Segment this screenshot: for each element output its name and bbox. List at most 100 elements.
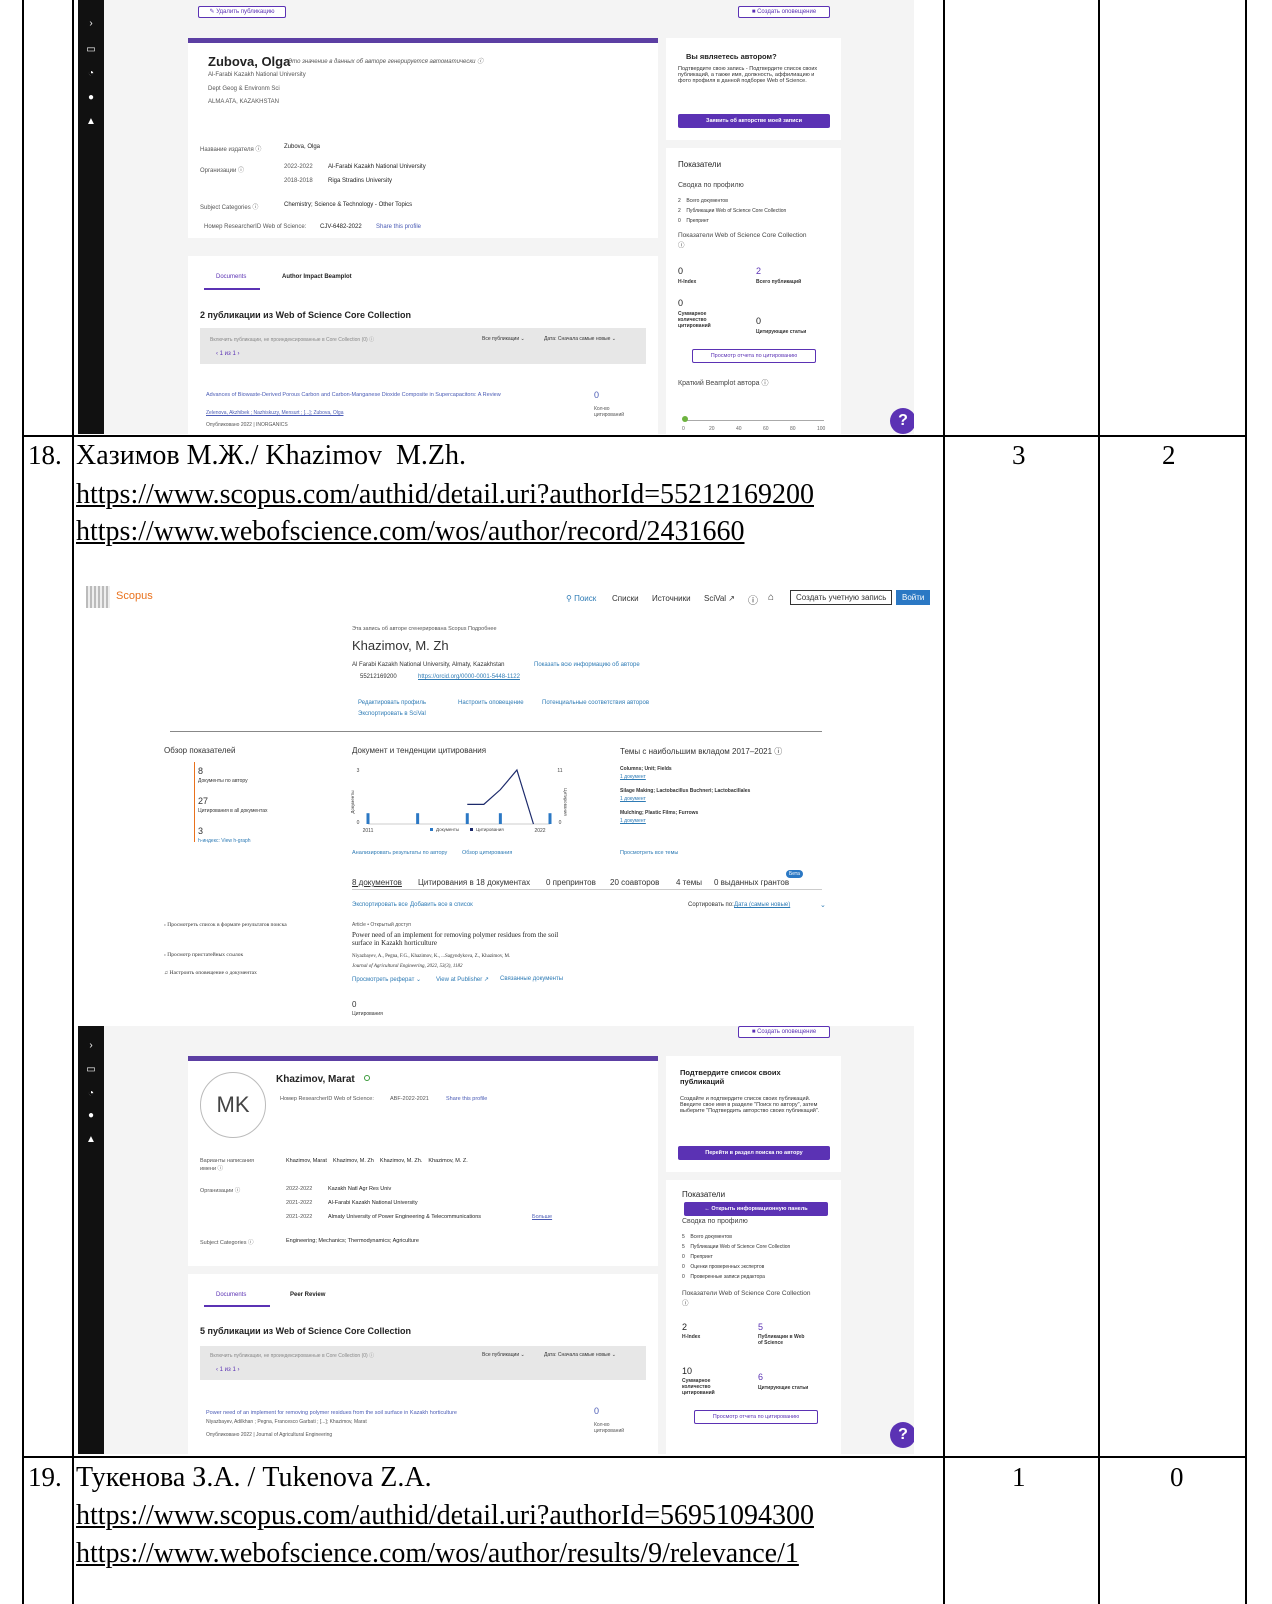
auto-generated-note: Эта запись об авторе сгенерирована Scopu… bbox=[352, 626, 497, 632]
bell-icon[interactable]: ▲ bbox=[85, 116, 97, 128]
left-view-refs[interactable]: › Просмотр пристатейных ссылок bbox=[164, 952, 243, 958]
docs-count[interactable]: 8 bbox=[198, 766, 203, 776]
export-scival-action[interactable]: Экспортировать в SciVal bbox=[358, 711, 426, 717]
tab-documents[interactable]: Documents bbox=[216, 1292, 246, 1298]
tab-preprints[interactable]: 0 препринтов bbox=[546, 878, 596, 887]
sort-dropdown[interactable]: Дата: Сначала самые новые ⌄ bbox=[544, 1352, 616, 1358]
analyze-link[interactable]: Анализировать результаты по автору bbox=[352, 850, 447, 856]
sort-dropdown[interactable]: Дата (самые новые) bbox=[734, 902, 790, 908]
doc-cites-count: 0 bbox=[352, 1000, 357, 1009]
hindex-label[interactable]: h-индекс: View h-graph bbox=[198, 838, 251, 844]
history-icon[interactable]: ◔ bbox=[85, 1088, 97, 1100]
add-all-to-list-link[interactable]: Добавить все в список bbox=[410, 902, 473, 908]
folder-icon[interactable]: ▭ bbox=[85, 44, 97, 56]
table-border-num bbox=[72, 0, 74, 1604]
view-abstract-link[interactable]: Просмотреть реферат ⌄ bbox=[352, 976, 421, 983]
history-icon[interactable]: ◔ bbox=[85, 68, 97, 80]
orcid-link[interactable]: https://orcid.org/0000-0001-5448-1122 bbox=[418, 674, 520, 680]
tab-beamplot[interactable]: Author Impact Beamplot bbox=[282, 274, 352, 280]
share-profile-link[interactable]: Share this profile bbox=[376, 224, 421, 230]
tab-grants[interactable]: 0 выданных грантов bbox=[714, 878, 789, 887]
scopus-logo[interactable]: Scopus bbox=[116, 590, 153, 602]
topic-2[interactable]: Silage Making; Lactobacillus Buchneri; L… bbox=[620, 788, 750, 794]
topic-1-docs[interactable]: 1 документ bbox=[620, 774, 646, 780]
help-icon[interactable]: ⓘ bbox=[748, 592, 758, 607]
potential-matches-action[interactable]: Потенциальные соответствия авторов bbox=[542, 700, 649, 706]
collapse-icon[interactable]: › bbox=[85, 1040, 97, 1052]
claim-record-button[interactable]: Заявить об авторстве моей записи bbox=[678, 114, 830, 128]
cites-count[interactable]: 27 bbox=[198, 796, 208, 806]
share-profile-link[interactable]: Share this profile bbox=[446, 1096, 487, 1102]
beamplot-tick-label: 100 bbox=[817, 426, 826, 432]
left-set-alert[interactable]: ♫ Настроить оповещение о документах bbox=[164, 970, 257, 976]
create-account-button[interactable]: Создать учетную запись bbox=[790, 590, 893, 605]
nav-sources[interactable]: Источники bbox=[652, 594, 691, 603]
help-button[interactable]: ? bbox=[890, 408, 914, 434]
confirm-text: Создайте и подтвердите список своих публ… bbox=[680, 1096, 820, 1114]
user-icon[interactable]: ● bbox=[85, 1110, 97, 1122]
view-at-publisher-link[interactable]: View at Publisher ↗ bbox=[436, 976, 489, 983]
bell-icon[interactable]: ▲ bbox=[85, 1134, 97, 1146]
nav-lists[interactable]: Списки bbox=[612, 594, 639, 603]
tab-documents[interactable]: 8 документов bbox=[352, 878, 402, 887]
related-docs-link[interactable]: Связанные документы bbox=[500, 976, 563, 982]
include-nonindexed-checkbox[interactable]: Включить публикации, не проиндексированн… bbox=[210, 1352, 374, 1359]
all-publications-dropdown[interactable]: Все публикации ⌄ bbox=[482, 1352, 525, 1358]
tab-peer-review[interactable]: Peer Review bbox=[290, 1292, 325, 1298]
author-search-button[interactable]: Перейти в раздел поиска по автору bbox=[678, 1146, 830, 1160]
institution-icon[interactable]: ⌂ bbox=[768, 592, 774, 603]
tab-documents[interactable]: Documents bbox=[216, 274, 246, 280]
all-publications-dropdown[interactable]: Все публикации ⌄ bbox=[482, 336, 525, 342]
cite-overview-link[interactable]: Обзор цитирования bbox=[462, 850, 512, 856]
article-authors[interactable]: Zelenova, Akzhibek ; Nazhiskuzy, Mensurt… bbox=[206, 410, 343, 416]
scopus-link[interactable]: https://www.scopus.com/authid/detail.uri… bbox=[76, 479, 814, 511]
left-view-as-results[interactable]: › Просмотреть список в формате результат… bbox=[164, 922, 324, 928]
wos-link[interactable]: https://www.webofscience.com/wos/author/… bbox=[76, 516, 744, 548]
export-all-link[interactable]: Экспортировать все bbox=[352, 902, 408, 908]
pager[interactable]: ‹ 1 из 1 › bbox=[216, 1367, 239, 1373]
citation-report-button[interactable]: Просмотр отчета по цитированию bbox=[694, 1410, 818, 1424]
topic-1[interactable]: Columns; Unit; Fields bbox=[620, 766, 672, 772]
wos-link[interactable]: https://www.webofscience.com/wos/author/… bbox=[76, 1538, 799, 1570]
tab-topics[interactable]: 4 темы bbox=[676, 878, 702, 887]
org-name: Kazakh Natl Agr Res Univ bbox=[328, 1186, 392, 1192]
edit-profile-action[interactable]: Редактировать профиль bbox=[358, 700, 426, 706]
topic-2-docs[interactable]: 1 документ bbox=[620, 796, 646, 802]
total-pubs-value[interactable]: 2 bbox=[756, 266, 761, 276]
author-id: 55212169200 bbox=[360, 674, 397, 680]
topic-3[interactable]: Mulching; Plastic Films; Furrows bbox=[620, 810, 698, 816]
show-all-info-link[interactable]: Показать всю информацию об авторе bbox=[534, 662, 640, 668]
tab-coauthors[interactable]: 20 соавторов bbox=[610, 878, 659, 887]
article-title-link[interactable]: Power need of an implement for removing … bbox=[206, 1410, 457, 1416]
table-border-left bbox=[22, 0, 24, 1604]
citing-articles-value[interactable]: 6 bbox=[758, 1372, 763, 1382]
scopus-link[interactable]: https://www.scopus.com/authid/detail.uri… bbox=[76, 1500, 814, 1532]
citation-report-button[interactable]: Просмотр отчета по цитированию bbox=[692, 349, 816, 363]
doc-title[interactable]: Power need of an implement for removing … bbox=[352, 931, 572, 947]
topic-3-docs[interactable]: 1 документ bbox=[620, 818, 646, 824]
folder-icon[interactable]: ▭ bbox=[85, 1064, 97, 1076]
affiliation[interactable]: Al Farabi Kazakh National University, Al… bbox=[352, 662, 505, 668]
nav-scival[interactable]: SciVal ↗ bbox=[704, 594, 735, 603]
login-button[interactable]: Войти bbox=[896, 590, 931, 605]
profile-summary-title: Сводка по профилю bbox=[678, 182, 744, 189]
pager[interactable]: ‹ 1 из 1 › bbox=[216, 351, 239, 357]
chevron-down-icon[interactable]: ⌄ bbox=[820, 901, 826, 909]
view-all-topics-link[interactable]: Просмотреть все темы bbox=[620, 850, 678, 856]
help-button[interactable]: ? bbox=[890, 1422, 914, 1448]
tab-citations[interactable]: Цитирования в 18 документах bbox=[418, 878, 530, 887]
collapse-icon[interactable]: › bbox=[85, 18, 97, 30]
more-link[interactable]: Больше bbox=[532, 1214, 552, 1220]
sort-dropdown[interactable]: Дата: Сначала самые новые ⌄ bbox=[544, 336, 616, 342]
org-years: 2021-2022 bbox=[286, 1200, 313, 1206]
create-alert-button[interactable]: ■ Создать оповещение bbox=[738, 1026, 830, 1038]
open-dashboard-button[interactable]: ← Открыть информационную панель bbox=[684, 1202, 828, 1216]
include-nonindexed-checkbox[interactable]: Включить публикации, не проиндексированн… bbox=[210, 336, 374, 343]
remove-publication-button[interactable]: ✎ Удалить публикацию bbox=[198, 6, 286, 18]
article-title-link[interactable]: Advances of Biowaste-Derived Porous Carb… bbox=[206, 392, 546, 398]
total-pubs-value[interactable]: 5 bbox=[758, 1322, 763, 1332]
create-alert-button[interactable]: ■ Создать оповещение bbox=[738, 6, 830, 18]
nav-search[interactable]: ⚲ Поиск bbox=[566, 594, 596, 603]
user-icon[interactable]: ● bbox=[85, 92, 97, 104]
set-alert-action[interactable]: Настроить оповещение bbox=[458, 700, 524, 706]
